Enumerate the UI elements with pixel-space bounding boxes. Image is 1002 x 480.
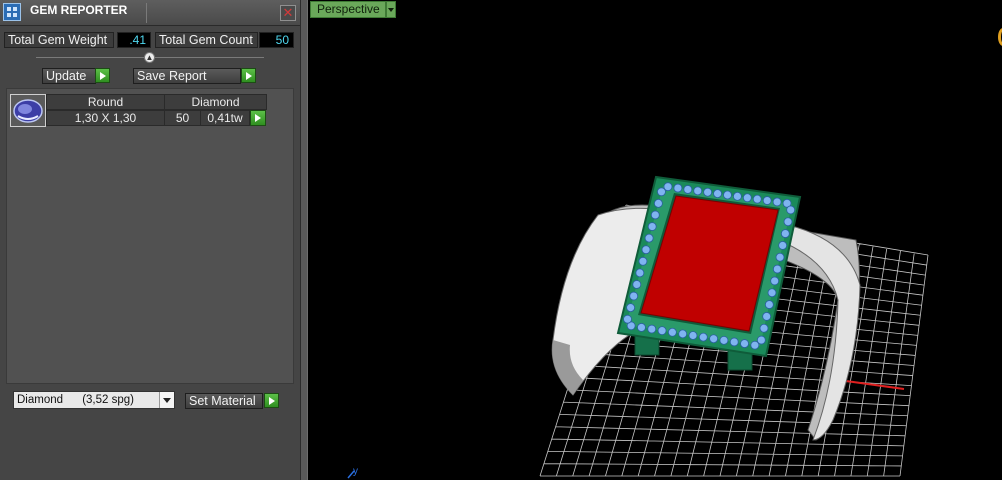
- melee-stone: [678, 329, 688, 339]
- melee-stone: [733, 191, 742, 201]
- gem-row-play-icon[interactable]: [250, 110, 266, 126]
- melee-stone: [647, 324, 657, 334]
- update-button[interactable]: Update: [42, 68, 96, 84]
- melee-stone: [770, 276, 780, 286]
- melee-stone: [762, 312, 772, 321]
- gem-material-cell: Diamond: [164, 94, 267, 110]
- collapse-handle[interactable]: ▲: [144, 52, 155, 63]
- update-play-icon[interactable]: [95, 68, 110, 83]
- melee-stone: [683, 185, 693, 194]
- panel-splitter[interactable]: [300, 0, 308, 480]
- save-report-button[interactable]: Save Report: [133, 68, 241, 84]
- melee-stone: [762, 196, 772, 205]
- melee-stone: [647, 222, 657, 231]
- corner-ring-icon: [998, 28, 1002, 46]
- close-icon[interactable]: ✕: [280, 5, 296, 21]
- dropdown-arrow-icon[interactable]: [159, 392, 174, 408]
- melee-stone: [657, 326, 667, 336]
- melee-stone: [641, 245, 651, 255]
- melee-stone: [759, 323, 769, 333]
- melee-stone: [783, 217, 793, 227]
- melee-stone: [709, 334, 719, 344]
- material-select[interactable]: Diamond (3,52 spg): [13, 391, 175, 409]
- gem-shape-cell: Round: [46, 94, 165, 110]
- melee-stone: [780, 229, 790, 238]
- melee-stone: [719, 335, 729, 345]
- melee-stone: [629, 291, 639, 301]
- panel-title: GEM REPORTER: [30, 3, 128, 17]
- gem-list: [6, 88, 294, 384]
- melee-stone: [778, 241, 788, 250]
- melee-stone: [729, 337, 739, 347]
- set-material-play-icon[interactable]: [264, 393, 279, 408]
- gem-weight-cell: 0,41tw: [200, 110, 250, 126]
- melee-stone: [638, 256, 648, 266]
- view-name-button[interactable]: Perspective: [310, 1, 386, 18]
- total-gem-weight-value: .41: [117, 32, 151, 48]
- melee-stone: [740, 339, 749, 348]
- total-gem-weight-label: Total Gem Weight: [4, 32, 114, 48]
- round-gem-icon[interactable]: [10, 94, 46, 127]
- melee-stone: [775, 252, 785, 262]
- ring-scene[interactable]: y: [308, 0, 1002, 480]
- axis-y-label: y: [353, 466, 358, 477]
- gem-count-cell: 50: [164, 110, 201, 126]
- melee-stone: [673, 183, 683, 193]
- melee-stone: [688, 331, 698, 340]
- melee-stone: [653, 198, 663, 208]
- melee-stone: [703, 187, 713, 197]
- gem-reporter-app-icon: [3, 3, 21, 21]
- gem-size-cell: 1,30 X 1,30: [46, 110, 165, 126]
- melee-stone: [698, 332, 708, 342]
- melee-stone: [644, 233, 654, 243]
- melee-stone: [623, 314, 632, 324]
- melee-stone: [657, 187, 666, 197]
- melee-stone: [723, 190, 732, 200]
- melee-stone: [635, 268, 645, 278]
- melee-stone: [772, 197, 782, 207]
- melee-stone: [637, 323, 646, 332]
- melee-stone: [667, 327, 677, 337]
- panel-titlebar: GEM REPORTER ✕: [0, 0, 300, 26]
- set-material-button[interactable]: Set Material: [185, 393, 263, 409]
- perspective-viewport[interactable]: y Perspective: [308, 0, 1002, 480]
- melee-stone: [772, 264, 782, 274]
- melee-stone: [750, 340, 760, 350]
- total-gem-count-value: 50: [259, 32, 294, 48]
- melee-stone: [632, 280, 642, 289]
- melee-stone: [693, 186, 703, 196]
- melee-stone: [650, 210, 660, 220]
- total-gem-count-label: Total Gem Count: [155, 32, 258, 48]
- view-dropdown-icon[interactable]: [386, 1, 396, 18]
- melee-stone: [786, 205, 796, 215]
- melee-stone: [752, 194, 762, 204]
- melee-stone: [767, 288, 777, 298]
- melee-stone: [713, 189, 722, 199]
- titlebar-separator: [146, 3, 147, 23]
- gem-reporter-panel: GEM REPORTER ✕ Total Gem Weight .41 Tota…: [0, 0, 300, 480]
- material-select-value: Diamond (3,52 spg): [17, 394, 134, 406]
- save-report-play-icon[interactable]: [241, 68, 256, 83]
- melee-stone: [626, 303, 636, 313]
- melee-stone: [742, 193, 752, 203]
- melee-stone: [764, 300, 774, 309]
